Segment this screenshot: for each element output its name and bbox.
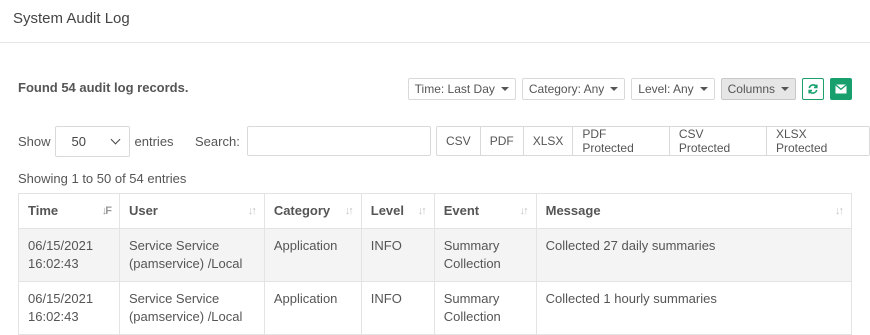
table-row[interactable]: 06/15/2021 16:02:43 Service Service (pamse… [18,228,853,282]
export-pdf-button[interactable]: PDF [480,127,524,155]
export-xlsx-protected-button[interactable]: XLSX Protected [766,127,869,155]
export-csv-protected-button[interactable]: CSV Protected [669,127,767,155]
level-cell: INFO [360,281,435,335]
sort-icon: ↓↑ [417,205,427,217]
search-label: Search: [195,133,240,149]
envelope-icon [835,84,847,94]
entries-label: entries [134,134,174,149]
user-account: (pamservice) /Local [128,256,243,271]
show-label: Show [18,134,51,149]
category-cell: Application [263,228,362,282]
column-header-time[interactable]: Time ↓F [18,193,120,229]
table-header-row: Time ↓F User ↓↑ Category ↓↑ Level ↓↑ Event ↓↑… [18,193,853,229]
sort-desc-icon: ↓F [101,205,112,217]
export-pdf-protected-button[interactable]: PDF Protected [573,127,670,155]
category-filter-dropdown[interactable]: Category: Any [521,78,626,100]
export-csv-button[interactable]: CSV [437,127,481,155]
sort-icon: ↓↑ [344,205,354,217]
sort-icon: ↓↑ [247,205,257,217]
record-count: Found 54 audit log records. [18,80,189,95]
time-cell: 06/15/2021 16:02:43 [18,228,120,282]
caret-down-icon [500,87,509,91]
page-length-value: 50 [71,134,86,149]
table-row[interactable]: 06/15/2021 16:02:43 Service Service (pamse… [18,281,853,335]
user-cell: Service Service (pamservice) /Local [118,281,265,335]
column-header-label: Event [443,203,480,218]
page-length-select[interactable]: 50 [54,126,130,157]
page-title: System Audit Log [13,10,130,27]
column-header-label: Message [545,203,601,218]
sort-icon: ↓↑ [519,205,529,217]
user-cell: Service Service (pamservice) /Local [118,228,265,282]
column-header-level[interactable]: Level ↓↑ [360,193,435,229]
export-xlsx-button[interactable]: XLSX [523,127,574,155]
column-header-user[interactable]: User ↓↑ [118,193,265,229]
search-input[interactable] [246,126,431,156]
level-cell: INFO [360,228,435,282]
caret-down-icon [610,87,619,91]
columns-dropdown[interactable]: Columns [720,78,796,100]
refresh-button[interactable] [802,78,824,100]
time-date: 06/15/2021 [28,291,94,306]
column-header-event[interactable]: Event ↓↑ [433,193,537,229]
event-cell: Summary Collection [433,281,537,335]
level-filter-dropdown[interactable]: Level: Any [631,78,715,100]
filter-toolbar: Time: Last Day Category: Any Level: Any … [407,78,852,100]
search-control: Search: [195,126,431,156]
time-date: 06/15/2021 [28,238,94,253]
column-header-label: User [128,203,158,218]
level-filter-label: Level: Any [638,82,694,96]
refresh-icon [808,84,818,94]
caret-down-icon [699,87,708,91]
table-info: Showing 1 to 50 of 54 entries [18,171,187,186]
caret-down-icon [781,87,789,91]
category-cell: Application [263,281,362,335]
time-filter-dropdown[interactable]: Time: Last Day [407,78,516,100]
event-cell: Summary Collection [433,228,537,282]
sort-icon: ↓↑ [835,205,844,217]
user-account: (pamservice) /Local [128,309,243,324]
column-header-category[interactable]: Category ↓↑ [263,193,362,229]
event-line: Collection [443,256,501,271]
user-name: Service Service [128,291,220,306]
category-filter-label: Category: Any [528,82,605,96]
column-header-label: Time [28,203,59,218]
export-button-group: CSV PDF XLSX PDF Protected CSV Protected… [436,126,870,156]
email-button[interactable] [830,78,852,100]
message-cell: Collected 27 daily summaries [535,228,853,282]
audit-log-table: Time ↓F User ↓↑ Category ↓↑ Level ↓↑ Event ↓↑… [18,193,853,335]
page-header: System Audit Log [0,0,870,43]
user-name: Service Service [128,238,220,253]
time-clock: 16:02:43 [28,309,79,324]
column-header-label: Category [273,203,331,218]
time-cell: 06/15/2021 16:02:43 [18,281,120,335]
event-line: Summary [443,238,500,253]
event-line: Summary [443,291,500,306]
column-header-message[interactable]: Message ↓↑ [535,193,853,229]
event-line: Collection [443,309,501,324]
page-length-control: Show 50 entries [18,126,174,157]
time-clock: 16:02:43 [28,256,79,271]
message-cell: Collected 1 hourly summaries [535,281,853,335]
time-filter-label: Time: Last Day [414,82,495,96]
column-header-label: Level [370,203,405,218]
columns-label: Columns [727,82,775,96]
chevron-down-icon [110,134,120,145]
